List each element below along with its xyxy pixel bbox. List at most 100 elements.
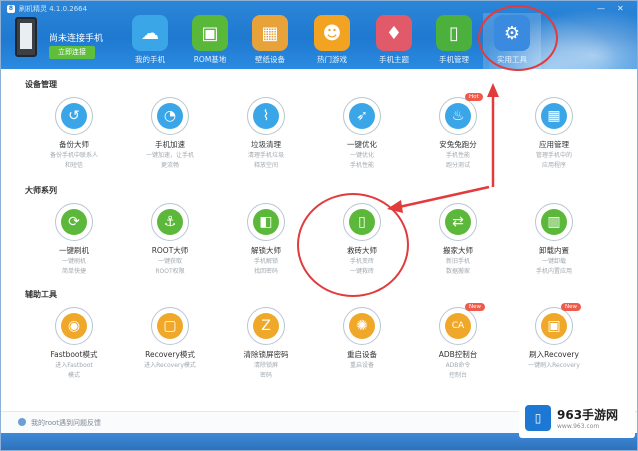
nav-tab-1[interactable]: ☁ 我的手机 bbox=[121, 13, 179, 69]
transfer-icon: ⇄ bbox=[445, 209, 471, 235]
nav-tab-label: 手机主题 bbox=[379, 55, 409, 64]
rom-bag-icon: ▣ bbox=[192, 15, 228, 51]
tool-item[interactable]: ⚓ ROOT大师 一键获取 ROOT权限 bbox=[127, 203, 213, 276]
tool-item[interactable]: ▣ New 刷入Recovery 一键刷入Recovery bbox=[511, 303, 597, 370]
tool-description: 更流畅 bbox=[160, 162, 179, 169]
tool-item[interactable]: CA New ADB控制台 ADB命令 控制台 bbox=[415, 303, 501, 380]
watermark-url: www.963.com bbox=[557, 423, 600, 430]
tool-item[interactable]: ⇄ 搬家大师新旧手机数据搬家 bbox=[415, 203, 501, 276]
tool-description: 手机性能 bbox=[349, 162, 374, 169]
game-icon: ☻ bbox=[314, 15, 350, 51]
connect-button[interactable]: 立即连接 bbox=[49, 46, 95, 59]
tool-name: 刷入Recovery bbox=[529, 350, 579, 359]
window-title: 8 刷机精灵 4.1.0.2664 bbox=[7, 5, 88, 13]
tool-description: 一键获取 bbox=[157, 258, 182, 265]
minimize-button[interactable]: — bbox=[597, 4, 605, 13]
tool-description: 找回密码 bbox=[253, 268, 278, 275]
tool-item[interactable]: ➶ 一键优化 一键优化 手机性能 bbox=[319, 97, 405, 170]
tool-icon-ring: ▣ bbox=[535, 307, 573, 345]
tool-item[interactable]: ↺ 备份大师 备份手机中联系人 和短信 bbox=[31, 97, 117, 170]
nav-tab-4[interactable]: ☻ 热门游戏 bbox=[303, 13, 361, 69]
tool-description: ROOT权限 bbox=[155, 268, 185, 275]
tool-item[interactable]: ▥ 卸载内置 一键卸载 手机内置应用 bbox=[511, 203, 597, 276]
cloud-icon: ☁ bbox=[132, 15, 168, 51]
tool-item[interactable]: Z 清除锁屏密码 清除锁屏 密码 bbox=[223, 307, 309, 380]
tool-name: 清除锁屏密码 bbox=[243, 350, 289, 359]
tool-item[interactable]: ▢ Recovery模式 进入Recovery模式 bbox=[127, 307, 213, 370]
tool-icon-ring: ◧ bbox=[247, 203, 285, 241]
tool-name: ADB控制台 bbox=[438, 350, 478, 359]
tool-description: 释放空间 bbox=[253, 162, 278, 169]
ca-icon: CA bbox=[445, 313, 471, 339]
tool-description: 数据搬家 bbox=[445, 268, 470, 275]
tool-description: 清理手机垃圾 bbox=[247, 152, 284, 159]
tool-item[interactable]: ✺ 重启设备 重启设备 bbox=[319, 307, 405, 370]
tool-description: 跑分测试 bbox=[445, 162, 470, 169]
app-window: 8 刷机精灵 4.1.0.2664 — ✕ 尚未连接手机 立即连接 ☁ 我的手机 ▣… bbox=[0, 0, 638, 451]
fastboot-icon: ◉ bbox=[61, 313, 87, 339]
tool-item[interactable]: ▦ 应用管理 管理手机中的 应用程序 bbox=[511, 97, 597, 170]
tool-description: 重启设备 bbox=[349, 362, 374, 369]
benchmark-icon: ♨ bbox=[445, 103, 471, 129]
tool-description: 新旧手机 bbox=[445, 258, 470, 265]
top-bar: 8 刷机精灵 4.1.0.2664 — ✕ 尚未连接手机 立即连接 ☁ 我的手机 ▣… bbox=[1, 1, 637, 71]
tool-icon-ring: ✺ bbox=[343, 307, 381, 345]
nav-tab-2[interactable]: ▣ ROM基地 bbox=[181, 13, 239, 69]
connect-status-text: 尚未连接手机 bbox=[49, 34, 104, 44]
tool-icon-ring: CA bbox=[439, 307, 477, 345]
tool-description: 清除锁屏 bbox=[253, 362, 278, 369]
close-button[interactable]: ✕ bbox=[617, 4, 624, 13]
tool-description: 密码 bbox=[259, 372, 272, 379]
nav-tab-5[interactable]: ♦ 手机主题 bbox=[365, 13, 423, 69]
tool-item[interactable]: ◧ 解锁大师 手机解锁 找回密码 bbox=[223, 203, 309, 276]
tool-name: Recovery模式 bbox=[145, 350, 195, 359]
nav-tab-label: 我的手机 bbox=[135, 55, 165, 64]
tool-description: 手机内置应用 bbox=[535, 268, 572, 275]
tool-name: 一键刷机 bbox=[59, 246, 89, 255]
tool-description: ADB命令 bbox=[445, 362, 471, 369]
tool-icon-ring: ⇄ bbox=[439, 203, 477, 241]
tool-name: ROOT大师 bbox=[151, 246, 189, 255]
nav-tab-label: 热门游戏 bbox=[317, 55, 347, 64]
feedback-link[interactable]: 我的root遇到问题反馈 bbox=[31, 418, 101, 428]
tool-badge: Hot bbox=[465, 93, 483, 101]
feedback-icon bbox=[18, 418, 26, 426]
tool-name: 一键优化 bbox=[347, 140, 377, 149]
tool-icon-ring: ⌇ bbox=[247, 97, 285, 135]
tool-description: 进入Fastboot bbox=[55, 362, 93, 369]
tool-icon-ring: ▥ bbox=[535, 203, 573, 241]
tool-item[interactable]: ♨ Hot 安兔兔跑分 手机性能 跑分测试 bbox=[415, 93, 501, 170]
tool-name: 搬家大师 bbox=[443, 246, 473, 255]
unlock-icon: ◧ bbox=[253, 209, 279, 235]
tool-item[interactable]: ⟳ 一键刷机 一键刷机 简单快捷 bbox=[31, 203, 117, 276]
tool-icon-ring: ⚓ bbox=[151, 203, 189, 241]
tool-badge: New bbox=[561, 303, 581, 311]
tool-description: 进入Recovery模式 bbox=[144, 362, 196, 369]
section-title: 辅助工具 bbox=[25, 290, 57, 299]
speedometer-icon: ◔ bbox=[157, 103, 183, 129]
highlight-ring-rescue bbox=[297, 193, 409, 297]
tool-icon-ring: ▦ bbox=[535, 97, 573, 135]
tool-name: 备份大师 bbox=[59, 140, 89, 149]
tool-icon-ring: ◉ bbox=[55, 307, 93, 345]
section-title: 设备管理 bbox=[25, 80, 57, 89]
nav-tab-label: ROM基地 bbox=[193, 55, 227, 64]
tool-description: 一键加速，让手机 bbox=[145, 152, 194, 159]
watermark: ▯ 963手游网 www.963.com bbox=[519, 398, 635, 438]
tool-item[interactable]: ◔ 手机加速 一键加速，让手机 更流畅 bbox=[127, 97, 213, 170]
tool-item[interactable]: ◉ Fastboot模式 进入Fastboot 模式 bbox=[31, 307, 117, 380]
nav-tab-6[interactable]: ▯ 手机管理 bbox=[425, 13, 483, 69]
tool-description: 一键优化 bbox=[349, 152, 374, 159]
tool-description: 手机解锁 bbox=[253, 258, 278, 265]
apps-grid-icon: ▦ bbox=[541, 103, 567, 129]
tool-description: 和短信 bbox=[64, 162, 83, 169]
refresh-icon: ⟳ bbox=[61, 209, 87, 235]
nav-tab-3[interactable]: ▦ 壁纸设备 bbox=[241, 13, 299, 69]
tool-item[interactable]: ⌇ 垃圾清理 清理手机垃圾 释放空间 bbox=[223, 97, 309, 170]
broom-icon: ⌇ bbox=[253, 103, 279, 129]
anchor-icon: ⚓ bbox=[157, 209, 183, 235]
tool-description: 简单快捷 bbox=[61, 268, 86, 275]
tool-icon-ring: ↺ bbox=[55, 97, 93, 135]
nav-tab-label: 手机管理 bbox=[439, 55, 469, 64]
backup-icon: ↺ bbox=[61, 103, 87, 129]
